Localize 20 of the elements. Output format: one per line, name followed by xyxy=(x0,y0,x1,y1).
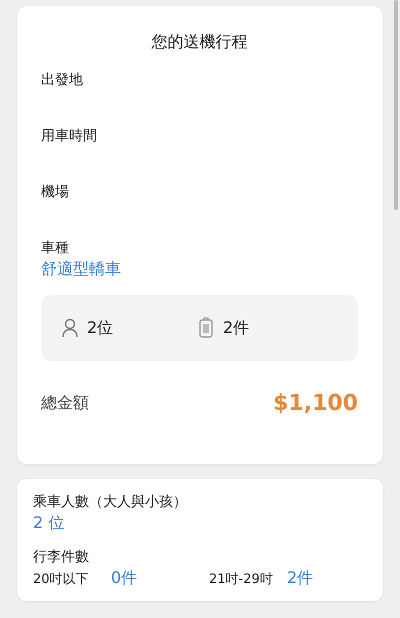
summary-count: 2件 xyxy=(223,318,250,338)
size-label: 20吋以下 xyxy=(33,571,90,588)
card-title: 您的送機行程 xyxy=(152,32,248,53)
summary-count: 2位 xyxy=(87,318,114,338)
field-value: 2 位 xyxy=(33,513,64,534)
luggage-count: 0件 xyxy=(111,568,138,589)
field-value: 舒適型轎車 xyxy=(41,259,121,280)
field-label: 機場 xyxy=(41,183,69,201)
total-amount: $1,100 xyxy=(273,391,358,416)
suitcase-icon xyxy=(197,317,215,339)
field-label: 出發地 xyxy=(41,71,83,89)
field-label: 用車時間 xyxy=(41,127,97,145)
field-label: 乘車人數（大人與小孩） xyxy=(33,493,187,511)
field-label: 行李件數 xyxy=(33,548,89,566)
total-label: 總金額 xyxy=(41,393,89,414)
field-label: 車種 xyxy=(41,239,69,257)
scrollbar[interactable] xyxy=(394,0,398,210)
person-icon xyxy=(61,317,79,339)
size-label: 21吋-29吋 xyxy=(209,571,274,588)
luggage-count: 2件 xyxy=(287,568,314,589)
